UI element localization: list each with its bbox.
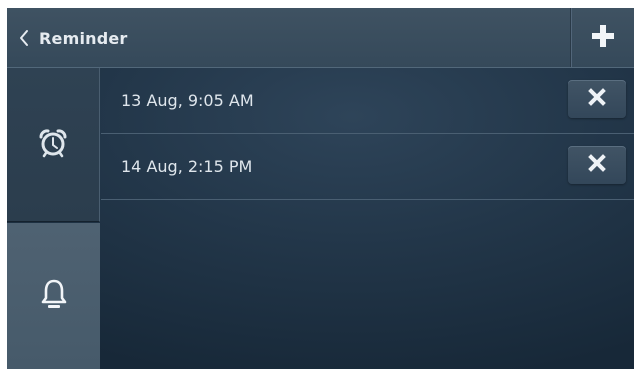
plus-icon: [591, 24, 615, 52]
header-bar: Reminder: [7, 8, 634, 68]
list-item[interactable]: 13 Aug, 9:05 AM: [101, 68, 634, 134]
reminder-datetime: 13 Aug, 9:05 AM: [121, 91, 254, 110]
sidebar: [7, 68, 100, 369]
delete-reminder-button[interactable]: [568, 146, 626, 184]
tab-reminders[interactable]: [7, 223, 100, 369]
close-icon: [588, 88, 606, 110]
back-button[interactable]: Reminder: [7, 8, 128, 68]
close-icon: [588, 154, 606, 176]
tab-alarm[interactable]: [7, 68, 100, 222]
page-title: Reminder: [39, 28, 128, 48]
reminder-list: 13 Aug, 9:05 AM 14 Aug, 2:15 PM: [101, 68, 634, 200]
bell-icon: [41, 279, 67, 313]
delete-reminder-button[interactable]: [568, 80, 626, 118]
list-item[interactable]: 14 Aug, 2:15 PM: [101, 134, 634, 200]
chevron-left-icon: [19, 29, 29, 47]
reminder-screen: Reminder 13 Aug, 9:05 AM 14 Aug, 2:15 PM: [7, 8, 634, 369]
alarm-clock-icon: [38, 128, 68, 162]
add-reminder-button[interactable]: [570, 8, 634, 67]
reminder-datetime: 14 Aug, 2:15 PM: [121, 157, 253, 176]
